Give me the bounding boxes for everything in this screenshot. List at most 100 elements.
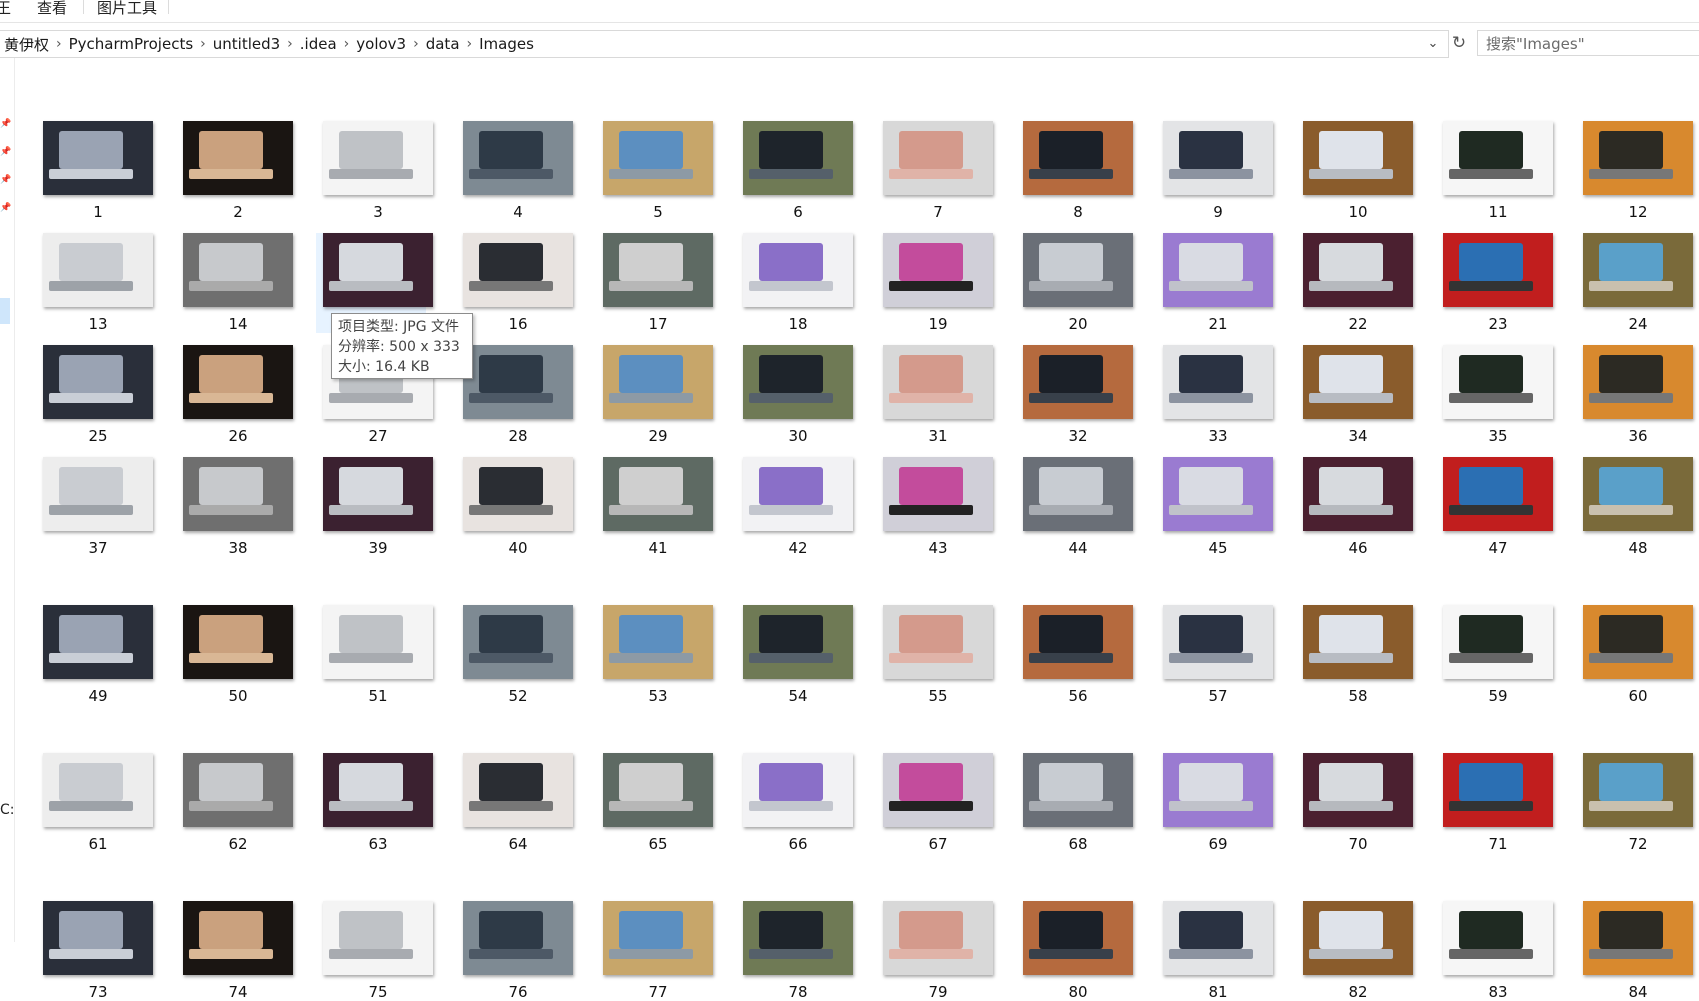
- file-name[interactable]: 39: [316, 539, 440, 557]
- file-name[interactable]: 31: [876, 427, 1000, 445]
- file-name[interactable]: 65: [596, 835, 720, 853]
- file-name[interactable]: 25: [36, 427, 160, 445]
- image-thumbnail[interactable]: [1303, 901, 1413, 975]
- file-item[interactable]: 66: [736, 753, 853, 853]
- file-item[interactable]: 80: [1016, 901, 1133, 1001]
- crumb-images[interactable]: Images: [473, 35, 540, 53]
- image-thumbnail[interactable]: [1443, 753, 1553, 827]
- file-item[interactable]: 45: [1156, 457, 1273, 557]
- file-name[interactable]: 73: [36, 983, 160, 1001]
- crumb-user[interactable]: 黄伊权: [4, 34, 55, 55]
- image-thumbnail[interactable]: [743, 345, 853, 419]
- file-item[interactable]: 70: [1296, 753, 1413, 853]
- file-name[interactable]: 12: [1576, 203, 1699, 221]
- file-item[interactable]: 40: [456, 457, 573, 557]
- file-item[interactable]: 76: [456, 901, 573, 1001]
- image-thumbnail[interactable]: [43, 605, 153, 679]
- image-thumbnail[interactable]: [183, 121, 293, 195]
- image-thumbnail[interactable]: [1583, 233, 1693, 307]
- file-item[interactable]: 9: [1156, 121, 1273, 221]
- image-thumbnail[interactable]: [463, 345, 573, 419]
- image-thumbnail[interactable]: [883, 753, 993, 827]
- file-name[interactable]: 56: [1016, 687, 1140, 705]
- file-item[interactable]: 78: [736, 901, 853, 1001]
- image-thumbnail[interactable]: [43, 233, 153, 307]
- file-name[interactable]: 75: [316, 983, 440, 1001]
- image-thumbnail[interactable]: [463, 901, 573, 975]
- image-thumbnail[interactable]: [1583, 753, 1693, 827]
- refresh-icon[interactable]: ↻: [1446, 30, 1472, 56]
- file-item[interactable]: 81: [1156, 901, 1273, 1001]
- file-name[interactable]: 64: [456, 835, 580, 853]
- file-item[interactable]: 12: [1576, 121, 1693, 221]
- file-name[interactable]: 9: [1156, 203, 1280, 221]
- file-item[interactable]: 60: [1576, 605, 1693, 705]
- image-thumbnail[interactable]: [1023, 121, 1133, 195]
- file-name[interactable]: 54: [736, 687, 860, 705]
- image-thumbnail[interactable]: [1583, 345, 1693, 419]
- file-name[interactable]: 53: [596, 687, 720, 705]
- image-thumbnail[interactable]: [1023, 345, 1133, 419]
- file-name[interactable]: 63: [316, 835, 440, 853]
- file-name[interactable]: 29: [596, 427, 720, 445]
- file-name[interactable]: 46: [1296, 539, 1420, 557]
- image-thumbnail[interactable]: [1443, 121, 1553, 195]
- image-thumbnail[interactable]: [43, 457, 153, 531]
- file-item[interactable]: 18: [736, 233, 853, 333]
- image-thumbnail[interactable]: [603, 121, 713, 195]
- file-name[interactable]: 82: [1296, 983, 1420, 1001]
- file-item[interactable]: 72: [1576, 753, 1693, 853]
- file-name[interactable]: 44: [1016, 539, 1140, 557]
- image-thumbnail[interactable]: [1163, 753, 1273, 827]
- file-name[interactable]: 38: [176, 539, 300, 557]
- image-thumbnail[interactable]: [883, 233, 993, 307]
- file-name[interactable]: 69: [1156, 835, 1280, 853]
- chevron-right-icon[interactable]: ›: [412, 36, 420, 52]
- file-name[interactable]: 77: [596, 983, 720, 1001]
- file-name[interactable]: 37: [36, 539, 160, 557]
- file-name[interactable]: 18: [736, 315, 860, 333]
- file-item[interactable]: 62: [176, 753, 293, 853]
- file-item[interactable]: 30: [736, 345, 853, 445]
- file-item[interactable]: 21: [1156, 233, 1273, 333]
- image-thumbnail[interactable]: [463, 457, 573, 531]
- image-thumbnail[interactable]: [1163, 605, 1273, 679]
- image-thumbnail[interactable]: [1303, 457, 1413, 531]
- image-thumbnail[interactable]: [463, 753, 573, 827]
- pin-icon[interactable]: 📌: [0, 120, 11, 129]
- file-item[interactable]: 53: [596, 605, 713, 705]
- file-name[interactable]: 13: [36, 315, 160, 333]
- file-item[interactable]: 63: [316, 753, 433, 853]
- file-name[interactable]: 17: [596, 315, 720, 333]
- file-name[interactable]: 20: [1016, 315, 1140, 333]
- file-name[interactable]: 41: [596, 539, 720, 557]
- file-name[interactable]: 43: [876, 539, 1000, 557]
- image-thumbnail[interactable]: [603, 605, 713, 679]
- image-thumbnail[interactable]: [1583, 605, 1693, 679]
- file-item[interactable]: 20: [1016, 233, 1133, 333]
- image-thumbnail[interactable]: [883, 457, 993, 531]
- address-bar[interactable]: 黄伊权 › PycharmProjects › untitled3 › .ide…: [0, 30, 1449, 58]
- file-item[interactable]: 8: [1016, 121, 1133, 221]
- image-thumbnail[interactable]: [43, 753, 153, 827]
- image-thumbnail[interactable]: [1163, 345, 1273, 419]
- file-name[interactable]: 78: [736, 983, 860, 1001]
- file-name[interactable]: 36: [1576, 427, 1699, 445]
- pin-icon[interactable]: 📌: [0, 204, 11, 213]
- file-item[interactable]: 32: [1016, 345, 1133, 445]
- file-name[interactable]: 40: [456, 539, 580, 557]
- file-name[interactable]: 50: [176, 687, 300, 705]
- file-item[interactable]: 11: [1436, 121, 1553, 221]
- image-thumbnail[interactable]: [883, 901, 993, 975]
- image-thumbnail[interactable]: [323, 233, 433, 307]
- file-name[interactable]: 68: [1016, 835, 1140, 853]
- image-thumbnail[interactable]: [1583, 901, 1693, 975]
- image-thumbnail[interactable]: [743, 233, 853, 307]
- file-name[interactable]: 84: [1576, 983, 1699, 1001]
- nav-drive-label[interactable]: C:: [0, 802, 15, 818]
- file-item[interactable]: 59: [1436, 605, 1553, 705]
- image-thumbnail[interactable]: [183, 457, 293, 531]
- chevron-right-icon[interactable]: ›: [343, 36, 351, 52]
- image-thumbnail[interactable]: [43, 901, 153, 975]
- file-item[interactable]: 22: [1296, 233, 1413, 333]
